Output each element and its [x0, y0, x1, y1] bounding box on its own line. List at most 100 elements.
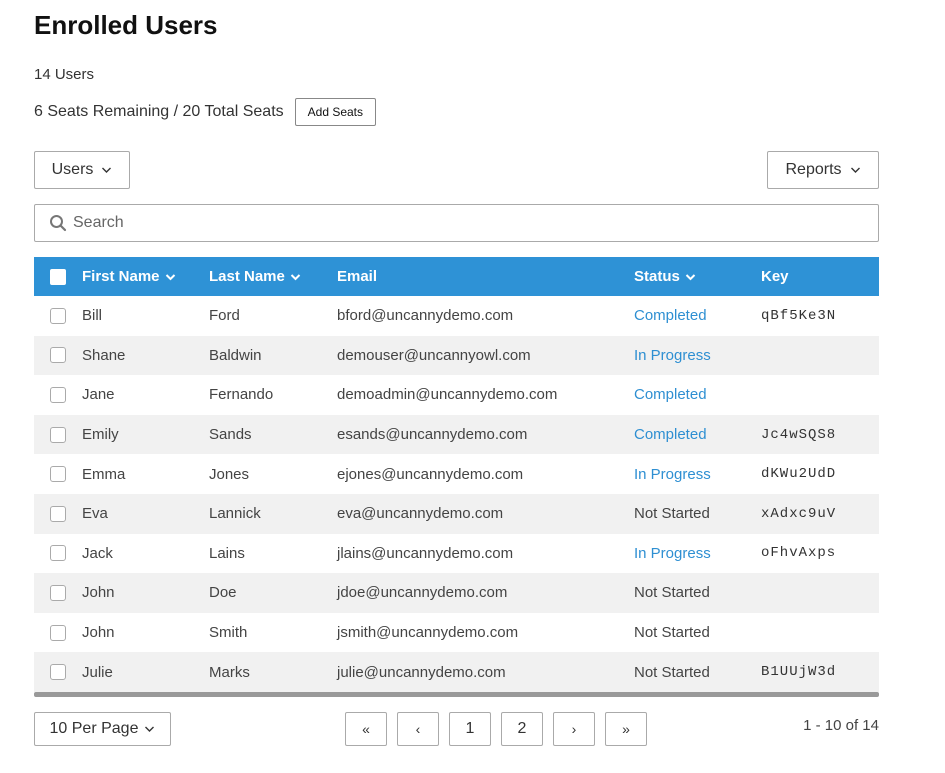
row-checkbox-cell: [34, 505, 82, 522]
header-checkbox-cell: [34, 268, 82, 285]
user-count: 14 Users: [34, 66, 95, 83]
table-row: Bill Ford bford@uncannydemo.com Completed qB…: [34, 296, 879, 336]
users-dropdown[interactable]: Users: [34, 151, 130, 189]
seats-row: 6 Seats Remaining / 20 Total Seats Add S…: [34, 98, 377, 126]
table-row: Jack Lains jlains@uncannydemo.com In Progre…: [34, 534, 879, 574]
row-checkbox-cell: [34, 624, 82, 641]
cell-status[interactable]: Completed: [634, 307, 761, 324]
pagination: « ‹ 1 2 › »: [345, 712, 647, 746]
cell-last-name: Doe: [209, 584, 237, 602]
row-checkbox-cell: [34, 426, 82, 443]
row-checkbox[interactable]: [50, 386, 66, 403]
table-row: Eva Lannick eva@uncannydemo.com Not Started…: [34, 493, 879, 534]
per-page-dropdown[interactable]: 10 Per Page: [34, 712, 171, 746]
cell-email: jsmith@uncannydemo.com: [337, 624, 519, 642]
cell-email: demoadmin@uncannydemo.com: [337, 386, 558, 404]
page-2-button[interactable]: 2: [501, 712, 543, 746]
cell-email: julie@uncannydemo.com: [337, 663, 506, 681]
row-checkbox-cell: [34, 466, 82, 483]
users-dropdown-label: Users: [51, 161, 94, 178]
row-checkbox[interactable]: [50, 624, 66, 641]
cell-status[interactable]: In Progress: [634, 466, 761, 483]
table-body: Bill Ford bford@uncannydemo.com Completed qB…: [34, 296, 879, 692]
cell-email: bford@uncannydemo.com: [337, 307, 514, 325]
chevron-down-icon: [850, 167, 860, 173]
table-row: Jane Fernando demoadmin@uncannydemo.com Com…: [34, 375, 879, 415]
page-1-button[interactable]: 1: [449, 712, 491, 746]
row-checkbox[interactable]: [50, 347, 66, 364]
row-checkbox[interactable]: [50, 664, 66, 681]
cell-key: qBf5Ke3N: [761, 307, 837, 324]
cell-email: demouser@uncannyowl.com: [337, 346, 531, 364]
row-checkbox-cell: [34, 545, 82, 562]
first-page-button[interactable]: «: [345, 712, 387, 746]
row-checkbox[interactable]: [50, 307, 66, 324]
search-icon: [50, 215, 67, 232]
cell-last-name: Jones: [209, 465, 250, 483]
cell-first-name: John: [82, 624, 115, 642]
table-row: John Doe jdoe@uncannydemo.com Not Started: [34, 573, 879, 613]
users-table: First Name Last Name Email Status Key Bi…: [34, 257, 879, 692]
column-last-name-label: Last Name: [209, 268, 285, 285]
row-checkbox[interactable]: [50, 584, 66, 601]
add-seats-button[interactable]: Add Seats: [294, 98, 377, 126]
last-page-button[interactable]: »: [605, 712, 647, 746]
horizontal-scrollbar[interactable]: [34, 692, 879, 697]
cell-first-name: Julie: [82, 663, 113, 681]
row-checkbox[interactable]: [50, 505, 66, 522]
pagination-range: 1 - 10 of 14: [803, 717, 879, 734]
next-page-button[interactable]: ›: [553, 712, 595, 746]
select-all-checkbox[interactable]: [50, 268, 66, 285]
reports-dropdown[interactable]: Reports: [767, 151, 879, 189]
chevron-down-icon: [145, 726, 155, 732]
cell-last-name: Smith: [209, 624, 248, 642]
row-checkbox[interactable]: [50, 545, 66, 562]
chevron-down-icon: [685, 273, 696, 280]
column-key: Key: [761, 268, 879, 285]
row-checkbox-cell: [34, 307, 82, 324]
reports-dropdown-label: Reports: [785, 161, 842, 178]
cell-status[interactable]: Completed: [634, 386, 761, 403]
row-checkbox[interactable]: [50, 426, 66, 443]
row-checkbox-cell: [34, 584, 82, 601]
table-row: Emma Jones ejones@uncannydemo.com In Progre…: [34, 454, 879, 494]
cell-last-name: Marks: [209, 663, 250, 681]
chevron-down-icon: [102, 167, 112, 173]
cell-email: ejones@uncannydemo.com: [337, 465, 524, 483]
column-email: Email: [337, 268, 634, 285]
table-row: John Smith jsmith@uncannydemo.com Not Start…: [34, 613, 879, 653]
cell-key: oFhvAxps: [761, 545, 837, 562]
cell-status: Not Started: [634, 663, 710, 681]
cell-first-name: Shane: [82, 346, 126, 364]
per-page-label: 10 Per Page: [49, 720, 139, 737]
table-row: Emily Sands esands@uncannydemo.com Complete…: [34, 414, 879, 455]
cell-last-name: Lains: [209, 544, 245, 562]
cell-email: esands@uncannydemo.com: [337, 426, 528, 444]
row-checkbox[interactable]: [50, 466, 66, 483]
cell-last-name: Baldwin: [209, 346, 262, 364]
chevron-down-icon: [165, 273, 175, 280]
cell-first-name: Jane: [82, 386, 115, 404]
search-input[interactable]: [73, 214, 853, 232]
column-email-label: Email: [337, 268, 378, 285]
page-title: Enrolled Users: [34, 10, 218, 40]
cell-status[interactable]: Completed: [634, 426, 761, 443]
column-status[interactable]: Status: [634, 268, 761, 285]
table-row: Julie Marks julie@uncannydemo.com Not Start…: [34, 652, 879, 692]
chevron-down-icon: [290, 273, 301, 280]
cell-status[interactable]: In Progress: [634, 545, 761, 562]
cell-first-name: Bill: [82, 307, 103, 325]
cell-first-name: Emily: [82, 426, 119, 444]
cell-status[interactable]: In Progress: [634, 347, 761, 364]
column-last-name[interactable]: Last Name: [209, 268, 337, 285]
cell-key: B1UUjW3d: [761, 664, 837, 681]
cell-first-name: John: [82, 584, 115, 602]
table-header: First Name Last Name Email Status Key: [34, 257, 879, 296]
column-first-name[interactable]: First Name: [82, 268, 209, 285]
cell-first-name: Jack: [82, 544, 113, 562]
cell-email: jlains@uncannydemo.com: [337, 544, 514, 562]
row-checkbox-cell: [34, 386, 82, 403]
cell-last-name: Sands: [209, 426, 252, 444]
prev-page-button[interactable]: ‹: [397, 712, 439, 746]
column-first-name-label: First Name: [82, 268, 160, 285]
